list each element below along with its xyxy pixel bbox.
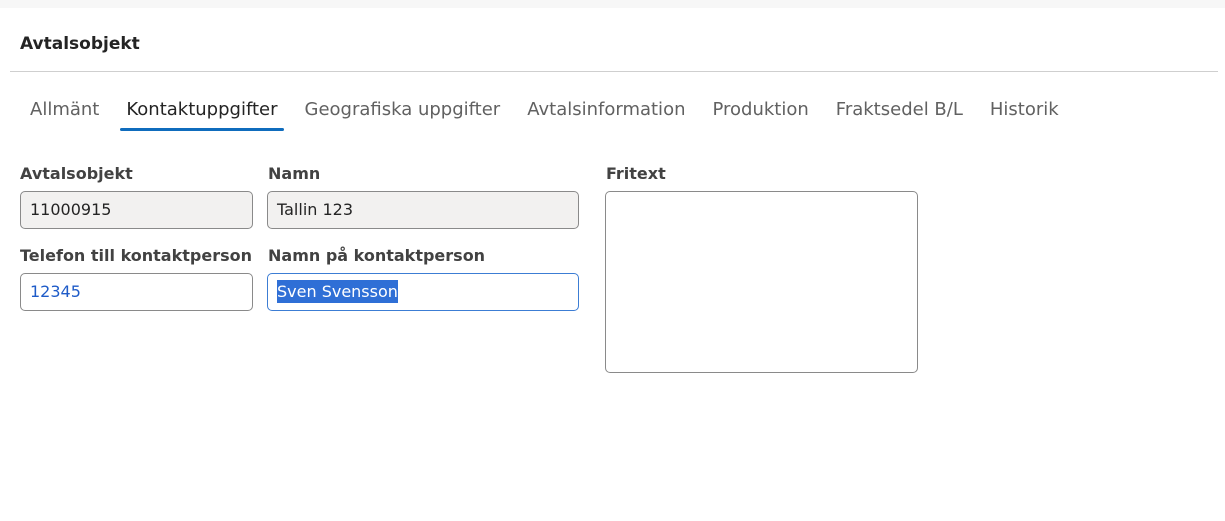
tab-kontaktuppgifter[interactable]: Kontaktuppgifter xyxy=(120,95,284,131)
namn-value: Tallin 123 xyxy=(277,200,354,219)
telefon-label: Telefon till kontaktperson xyxy=(20,246,252,265)
kontaktperson-value: Sven Svensson xyxy=(277,280,398,303)
page-title: Avtalsobjekt xyxy=(20,34,140,54)
kontaktperson-label: Namn på kontaktperson xyxy=(268,246,486,265)
tab-produktion[interactable]: Produktion xyxy=(712,95,808,127)
fritext-textarea[interactable] xyxy=(605,191,918,373)
page-header: Avtalsobjekt xyxy=(10,8,1218,72)
telefon-value: 12345 xyxy=(30,282,81,301)
tab-geografiska-uppgifter[interactable]: Geografiska uppgifter xyxy=(305,95,501,127)
avtalsobjekt-value: 11000915 xyxy=(30,200,112,219)
tab-allmant[interactable]: Allmänt xyxy=(30,95,99,127)
kontaktperson-field[interactable]: Sven Svensson xyxy=(267,273,579,311)
avtalsobjekt-field[interactable]: 11000915 xyxy=(20,191,253,229)
namn-field[interactable]: Tallin 123 xyxy=(267,191,579,229)
top-band xyxy=(0,0,1225,8)
avtalsobjekt-label: Avtalsobjekt xyxy=(20,164,133,183)
tab-avtalsinformation[interactable]: Avtalsinformation xyxy=(527,95,685,127)
namn-label: Namn xyxy=(268,164,321,183)
fritext-label: Fritext xyxy=(606,164,666,183)
tab-fraktsedel-bl[interactable]: Fraktsedel B/L xyxy=(836,95,963,127)
tab-historik[interactable]: Historik xyxy=(990,95,1059,127)
tab-bar: Allmänt Kontaktuppgifter Geografiska upp… xyxy=(30,95,1059,135)
telefon-field[interactable]: 12345 xyxy=(20,273,253,311)
